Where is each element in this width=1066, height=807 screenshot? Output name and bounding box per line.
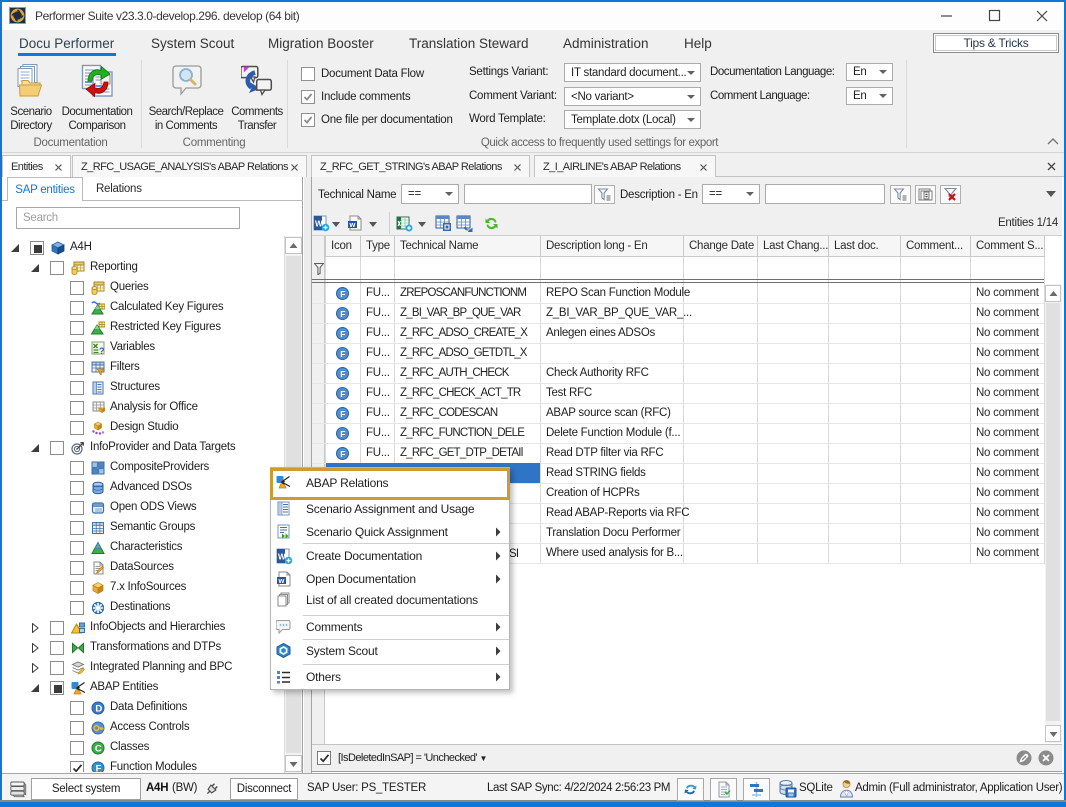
svg-text:w: w	[278, 576, 285, 585]
svg-text:F: F	[340, 289, 345, 299]
svg-text:F: F	[96, 764, 102, 772]
svg-text:F: F	[340, 449, 345, 459]
svg-text:F: F	[340, 349, 345, 359]
svg-text:F: F	[340, 369, 345, 379]
svg-text:F: F	[340, 429, 345, 439]
svg-text:F: F	[340, 309, 345, 319]
svg-text:F: F	[340, 409, 345, 419]
svg-text:F: F	[340, 329, 345, 339]
svg-text:C: C	[95, 744, 102, 755]
svg-text:D: D	[95, 704, 102, 715]
svg-text:w: w	[349, 220, 356, 229]
svg-text:F: F	[340, 389, 345, 399]
svg-text:?: ?	[99, 346, 104, 355]
